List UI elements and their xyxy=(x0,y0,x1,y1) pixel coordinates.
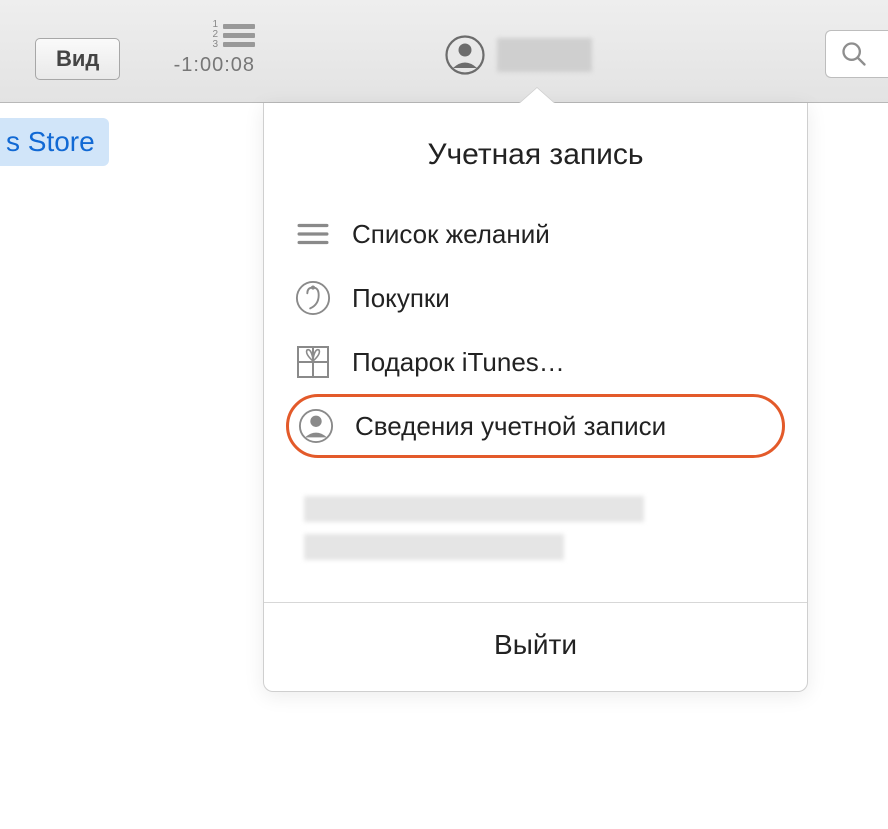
menu-item-label: Список желаний xyxy=(352,219,550,250)
numbered-list-icon: 123 xyxy=(212,20,255,50)
account-dropdown: Учетная запись Список желаний Покупки xyxy=(263,103,808,692)
account-name-redacted xyxy=(497,38,592,72)
menu-item-account-info[interactable]: Сведения учетной записи xyxy=(286,394,785,458)
person-icon xyxy=(297,407,335,445)
list-icon xyxy=(294,215,332,253)
top-toolbar: Вид 123 -1:00:08 xyxy=(0,0,888,103)
bag-icon xyxy=(294,279,332,317)
view-button[interactable]: Вид xyxy=(35,38,120,80)
menu-list: Список желаний Покупки По xyxy=(264,202,807,476)
menu-item-label: Сведения учетной записи xyxy=(355,411,666,442)
search-icon xyxy=(840,40,868,68)
menu-item-label: Подарок iTunes… xyxy=(352,347,565,378)
dropdown-caret xyxy=(519,88,555,104)
dropdown-title: Учетная запись xyxy=(264,128,807,202)
gift-icon xyxy=(294,343,332,381)
signout-button[interactable]: Выйти xyxy=(264,603,807,691)
menu-item-gift[interactable]: Подарок iTunes… xyxy=(286,330,785,394)
menu-item-label: Покупки xyxy=(352,283,450,314)
sidebar-item-store[interactable]: s Store xyxy=(0,118,109,166)
menu-item-purchases[interactable]: Покупки xyxy=(286,266,785,330)
playlist-info: 123 -1:00:08 xyxy=(145,20,255,77)
time-remaining: -1:00:08 xyxy=(174,54,255,77)
account-id-redacted xyxy=(264,476,807,602)
person-icon xyxy=(445,35,485,75)
menu-item-wishlist[interactable]: Список желаний xyxy=(286,202,785,266)
search-input[interactable] xyxy=(825,30,888,78)
account-button[interactable] xyxy=(445,35,592,75)
